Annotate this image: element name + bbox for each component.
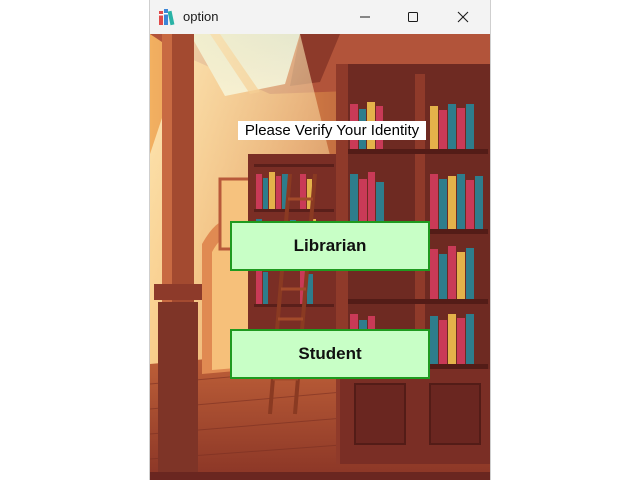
minimize-icon xyxy=(360,16,370,18)
minimize-button[interactable] xyxy=(342,0,388,34)
student-button[interactable]: Student xyxy=(230,329,430,379)
window-title: option xyxy=(183,9,219,24)
books-icon xyxy=(159,9,175,26)
title-bar[interactable]: option xyxy=(150,0,490,34)
maximize-button[interactable] xyxy=(390,0,436,34)
verify-identity-prompt: Please Verify Your Identity xyxy=(238,121,426,140)
maximize-icon xyxy=(408,12,418,22)
close-icon xyxy=(457,11,469,23)
app-window: option Please Verify Your Identity Libra… xyxy=(150,0,490,480)
close-button[interactable] xyxy=(440,0,486,34)
library-background: Please Verify Your Identity Librarian St… xyxy=(150,34,490,480)
librarian-button[interactable]: Librarian xyxy=(230,221,430,271)
